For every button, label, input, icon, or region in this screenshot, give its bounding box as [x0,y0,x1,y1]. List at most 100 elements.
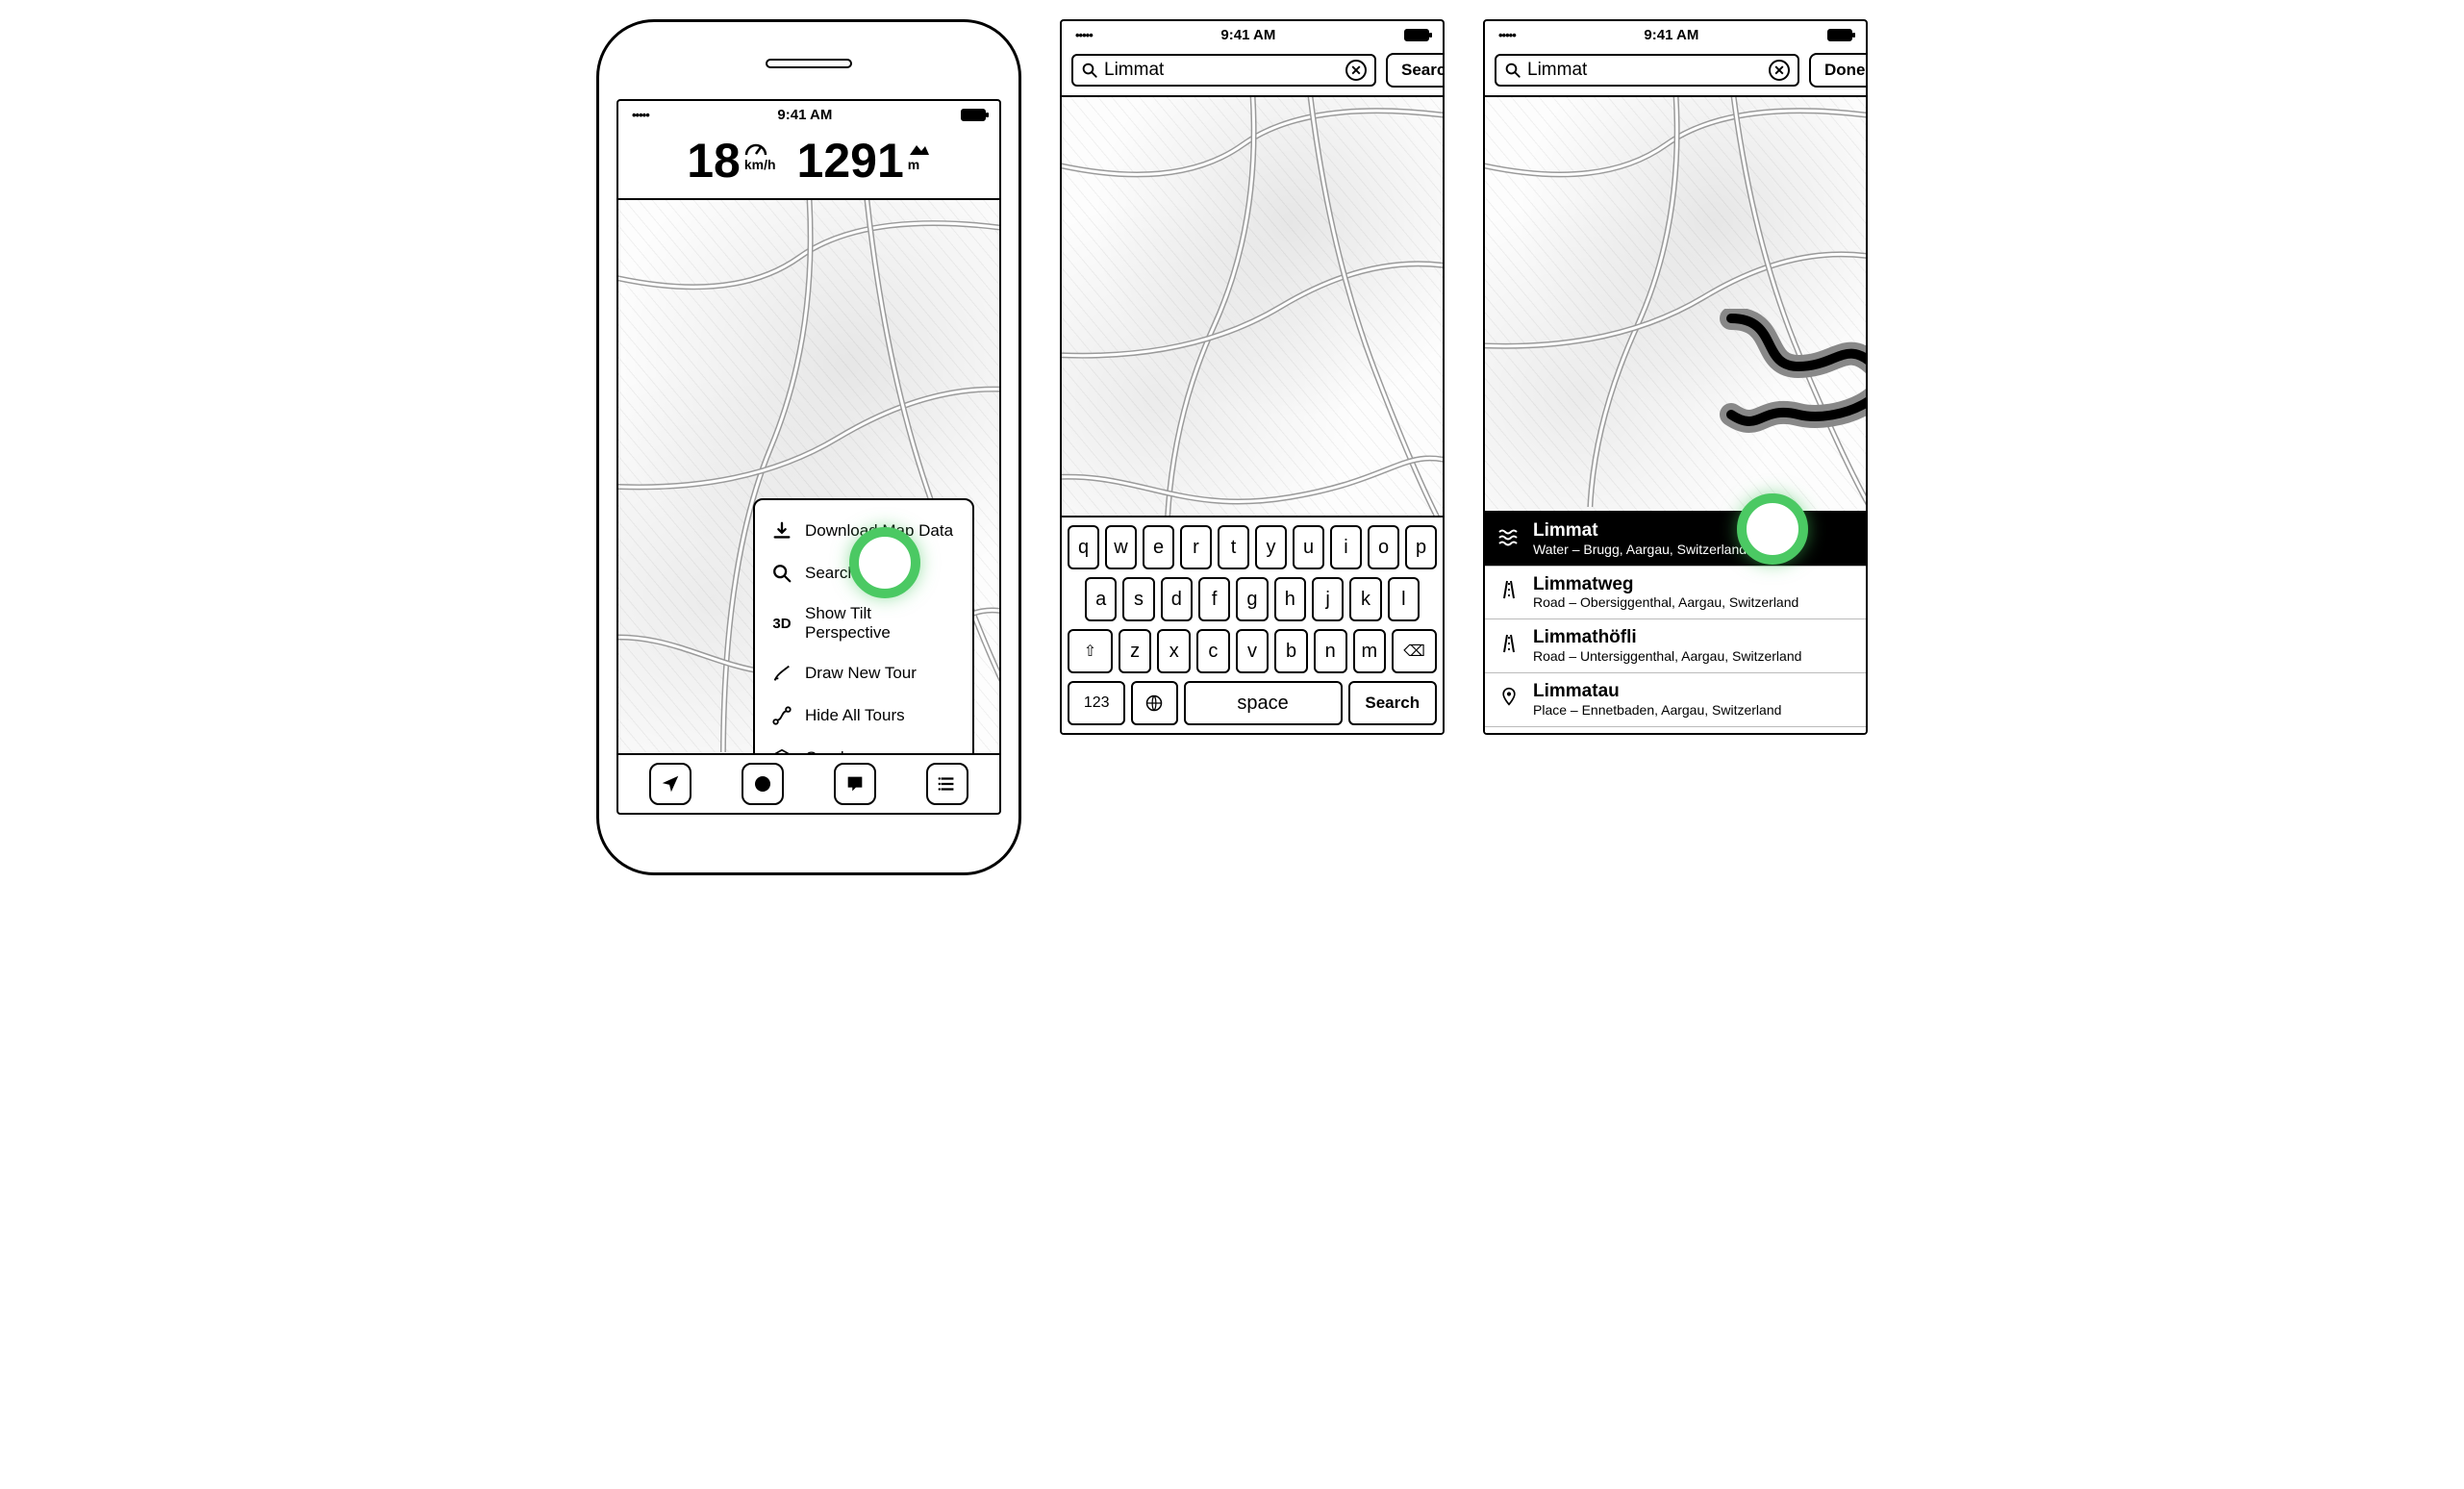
key-g[interactable]: g [1236,577,1268,621]
highlight-ring [849,527,920,598]
key-f[interactable]: f [1198,577,1230,621]
result-limmatinseli[interactable]: ★ Limmatinseli Attraction – Baden, Aarga… [1485,727,1866,735]
key-globe[interactable] [1131,681,1177,725]
speed-value: 18 [687,137,741,185]
status-bar: ••••• 9:41 AM [1062,21,1443,47]
key-i[interactable]: i [1330,525,1362,569]
key-q[interactable]: q [1068,525,1099,569]
result-title: Limmatau [1533,681,1854,702]
chevron-right-icon: › [951,748,957,754]
globe-icon [1144,694,1164,713]
key-y[interactable]: y [1255,525,1287,569]
speed-metric: 18 km/h [687,137,775,185]
key-j[interactable]: j [1312,577,1344,621]
chat-icon [844,773,866,795]
search-input[interactable] [1104,60,1340,81]
road-icon [1496,632,1521,661]
altitude-value: 1291 [797,137,904,185]
record-icon [755,776,770,792]
result-limmatau[interactable]: Limmatau Place – Ennetbaden, Aargau, Swi… [1485,673,1866,727]
key-t[interactable]: t [1218,525,1249,569]
key-search[interactable]: Search [1348,681,1438,725]
locate-button[interactable] [649,763,691,805]
menu-hide-tours[interactable]: Hide All Tours [761,694,967,737]
signal-dots: ••••• [1075,28,1093,42]
keyboard-row-4: 123 space Search [1068,681,1437,725]
key-h[interactable]: h [1274,577,1306,621]
map-canvas[interactable] [1485,97,1866,511]
result-subtitle: Place – Ennetbaden, Aargau, Switzerland [1533,702,1854,719]
key-numbers[interactable]: 123 [1068,681,1125,725]
road-icon [1496,578,1521,607]
menu-draw-tour[interactable]: Draw New Tour [761,652,967,694]
altitude-icon [908,140,931,158]
list-button[interactable] [926,763,968,805]
menu-label: Draw New Tour [805,664,917,683]
chat-button[interactable] [834,763,876,805]
key-shift[interactable]: ⇧ [1068,629,1113,673]
status-bar: ••••• 9:41 AM [1485,21,1866,47]
key-u[interactable]: u [1293,525,1324,569]
search-button[interactable]: Search [1386,53,1445,88]
speed-icon [744,140,767,158]
result-title: Limmathöfli [1533,627,1854,648]
key-space[interactable]: space [1184,681,1343,725]
status-bar: ••••• 9:41 AM [618,101,999,127]
keyboard-row-2: a s d f g h j k l [1068,577,1437,621]
key-k[interactable]: k [1349,577,1381,621]
altitude-metric: 1291 m [797,137,931,185]
search-header: ✕ Done [1485,47,1866,97]
key-v[interactable]: v [1236,629,1270,673]
keyboard-row-3: ⇧ z x c v b n m ⌫ [1068,629,1437,673]
key-x[interactable]: x [1157,629,1191,673]
clear-search-icon[interactable]: ✕ [1345,60,1367,81]
key-z[interactable]: z [1119,629,1152,673]
pin-icon [1496,685,1521,714]
map-canvas[interactable]: Download Map Data Search 3D Show Tilt Pe… [618,200,999,753]
map-roads [1485,97,1866,507]
status-time: 9:41 AM [1220,27,1275,43]
record-button[interactable] [742,763,784,805]
screen-search-typing: ••••• 9:41 AM ✕ Search q w e r [1060,19,1445,735]
signal-dots: ••••• [1498,28,1516,42]
key-backspace[interactable]: ⌫ [1392,629,1437,673]
key-l[interactable]: l [1388,577,1420,621]
map-canvas[interactable] [1062,97,1443,516]
key-e[interactable]: e [1143,525,1174,569]
list-icon [937,773,958,795]
menu-label: Overlays [805,748,869,753]
menu-tilt-3d[interactable]: 3D Show Tilt Perspective [761,594,967,652]
bottom-toolbar [618,753,999,813]
search-input[interactable] [1527,60,1763,81]
screen-search-results: ••••• 9:41 AM ✕ Done [1483,19,1868,735]
battery-icon [1827,29,1852,41]
key-o[interactable]: o [1368,525,1399,569]
key-m[interactable]: m [1353,629,1387,673]
search-icon [1504,62,1521,79]
result-title: Limmatweg [1533,574,1854,595]
menu-overlays[interactable]: Overlays › [761,737,967,753]
threed-icon: 3D [770,612,793,635]
done-button[interactable]: Done [1809,53,1868,88]
search-field[interactable]: ✕ [1071,54,1376,87]
key-p[interactable]: p [1405,525,1437,569]
key-n[interactable]: n [1314,629,1347,673]
key-a[interactable]: a [1085,577,1117,621]
battery-icon [961,109,986,121]
key-d[interactable]: d [1161,577,1193,621]
key-s[interactable]: s [1122,577,1154,621]
download-icon [770,519,793,543]
key-w[interactable]: w [1105,525,1137,569]
result-limmat[interactable]: Limmat Water – Brugg, Aargau, Switzerlan… [1485,513,1866,567]
key-r[interactable]: r [1180,525,1212,569]
key-b[interactable]: b [1274,629,1308,673]
phone-device-frame: ••••• 9:41 AM 18 km/h 1291 m [596,19,1021,875]
result-limmatweg[interactable]: Limmatweg Road – Obersiggenthal, Aargau,… [1485,567,1866,620]
key-c[interactable]: c [1196,629,1230,673]
result-subtitle: Water – Brugg, Aargau, Switzerland [1533,542,1854,558]
search-field[interactable]: ✕ [1495,54,1799,87]
dashboard-header: 18 km/h 1291 m [618,127,999,200]
clear-search-icon[interactable]: ✕ [1769,60,1790,81]
result-limmathofli[interactable]: Limmathöfli Road – Untersiggenthal, Aarg… [1485,619,1866,673]
status-time: 9:41 AM [777,107,832,123]
